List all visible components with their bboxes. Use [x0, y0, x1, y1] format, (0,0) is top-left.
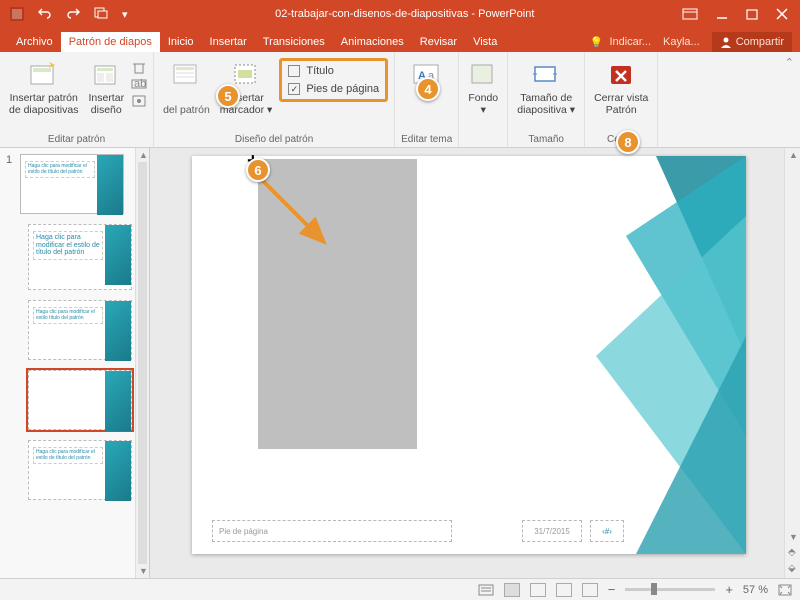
- footer-label: Pies de página: [306, 83, 379, 95]
- slide-canvas[interactable]: + Pie de página 31/7/2015 ‹#› 6: [150, 148, 784, 578]
- group-master-layout: Diseño del patrón: [235, 132, 313, 147]
- callout-4: 4: [416, 77, 440, 101]
- background-button[interactable]: Fondo▾: [465, 58, 501, 118]
- callout-8: 8: [616, 130, 640, 154]
- svg-text:ab: ab: [134, 78, 146, 90]
- fit-icon[interactable]: [778, 584, 792, 596]
- minimize-icon[interactable]: [716, 8, 728, 20]
- tab-inicio[interactable]: Inicio: [160, 32, 202, 52]
- preserve-icon[interactable]: [131, 94, 147, 108]
- tab-patron[interactable]: Patrón de diapos: [61, 32, 160, 52]
- maximize-icon[interactable]: [746, 8, 758, 20]
- start-icon[interactable]: [94, 7, 108, 21]
- tab-animaciones[interactable]: Animaciones: [333, 32, 412, 52]
- redo-icon[interactable]: [66, 7, 80, 21]
- title-checkbox[interactable]: [288, 65, 300, 77]
- group-size: Tamaño: [528, 132, 564, 147]
- slide-number: 1: [0, 148, 18, 578]
- title-label: Título: [306, 65, 334, 77]
- slide-master-icon: [29, 60, 59, 90]
- tab-archivo[interactable]: Archivo: [8, 32, 61, 52]
- arrow-icon: [254, 172, 344, 262]
- normal-view-icon[interactable]: [504, 583, 520, 597]
- slide-graphic: [596, 156, 746, 554]
- layout-thumbnail-selected[interactable]: [28, 370, 132, 430]
- close-master-button[interactable]: Cerrar vista Patrón: [591, 58, 651, 118]
- master-thumbnail[interactable]: Haga clic para modificar el estilo de tí…: [20, 154, 124, 214]
- tab-vista[interactable]: Vista: [465, 32, 505, 52]
- tab-revisar[interactable]: Revisar: [412, 32, 465, 52]
- person-icon: [720, 36, 732, 48]
- master-layout-icon: [171, 60, 201, 90]
- window-title: 02-trabajar-con-disenos-de-diapositivas …: [128, 8, 682, 20]
- slideshow-view-icon[interactable]: [582, 583, 598, 597]
- thumbnail-panel: Haga clic para modificar el estilo de tí…: [18, 148, 135, 578]
- layout-thumbnail[interactable]: Haga clic para modificar el estilo de tí…: [28, 440, 132, 500]
- close-master-icon: [606, 60, 636, 90]
- tell-me-icon: 💡: [590, 36, 604, 49]
- tell-me[interactable]: Indicar...: [609, 36, 651, 48]
- tab-transiciones[interactable]: Transiciones: [255, 32, 333, 52]
- group-edit-master: Editar patrón: [48, 132, 105, 147]
- placeholder-icon: [231, 60, 261, 90]
- layout-thumbnail[interactable]: Haga clic para modificar el estilo títul…: [28, 300, 132, 360]
- insert-layout-button[interactable]: Insertar diseño: [85, 58, 127, 118]
- delete-icon[interactable]: [131, 60, 147, 74]
- insert-master-button[interactable]: Insertar patrón de diapositivas: [6, 58, 81, 118]
- undo-icon[interactable]: [38, 7, 52, 21]
- close-icon[interactable]: [776, 8, 788, 20]
- zoom-in-icon[interactable]: +: [725, 582, 733, 597]
- background-icon: [468, 60, 498, 90]
- callout-5: 5: [216, 84, 240, 108]
- ribbon-options-icon[interactable]: [682, 8, 698, 20]
- reading-view-icon[interactable]: [556, 583, 572, 597]
- title-footer-group: Título ✓ Pies de página: [279, 58, 388, 102]
- footer-placeholder[interactable]: Pie de página: [212, 520, 452, 542]
- thumbnail-scrollbar[interactable]: ▲ ▼: [135, 148, 149, 578]
- collapse-ribbon-icon[interactable]: ⌃: [785, 56, 794, 69]
- tab-insertar[interactable]: Insertar: [202, 32, 255, 52]
- slide-size-icon: [531, 60, 561, 90]
- sorter-view-icon[interactable]: [530, 583, 546, 597]
- user-name[interactable]: Kayla...: [657, 36, 706, 48]
- master-layout-button[interactable]: del patrón: [160, 58, 213, 118]
- vertical-scrollbar[interactable]: ▲ ▼ ⬘ ⬙: [784, 148, 800, 578]
- share-button[interactable]: Compartir: [712, 32, 792, 52]
- rename-icon[interactable]: ab: [131, 77, 147, 91]
- callout-6: 6: [246, 158, 270, 182]
- date-placeholder[interactable]: 31/7/2015: [522, 520, 582, 542]
- zoom-out-icon[interactable]: −: [608, 582, 616, 597]
- footer-checkbox[interactable]: ✓: [288, 83, 300, 95]
- slide-size-button[interactable]: Tamaño de diapositiva ▾: [514, 58, 578, 118]
- group-edit-theme: Editar tema: [401, 132, 452, 147]
- zoom-slider[interactable]: [625, 588, 715, 591]
- number-placeholder[interactable]: ‹#›: [590, 520, 624, 542]
- zoom-level[interactable]: 57 %: [743, 584, 768, 596]
- notes-icon[interactable]: [478, 584, 494, 596]
- layout-thumbnail[interactable]: Haga clic para modificar el estilo de tí…: [28, 224, 132, 290]
- app-icon: [10, 7, 24, 21]
- layout-icon: [91, 60, 121, 90]
